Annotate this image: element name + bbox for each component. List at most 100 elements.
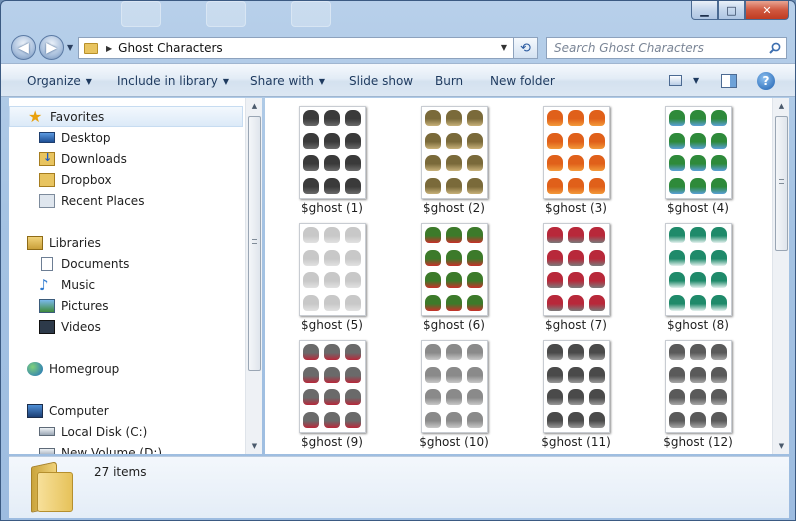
- scroll-down-button[interactable]: ▼: [773, 438, 790, 454]
- sidebar-item-libraries[interactable]: Libraries: [9, 232, 243, 253]
- address-bar[interactable]: ▶ Ghost Characters ▼: [78, 37, 514, 59]
- ghost-sprite-icon: [345, 227, 361, 243]
- ghost-sprite-icon: [467, 177, 483, 194]
- ghost-sprite-icon: [324, 389, 340, 405]
- sidebar-item-label: Desktop: [61, 130, 111, 145]
- sidebar-item-new-volume-d[interactable]: New Volume (D:): [9, 442, 243, 454]
- search-icon[interactable]: [769, 42, 781, 54]
- address-dropdown-icon[interactable]: ▼: [501, 43, 507, 52]
- file-item[interactable]: $ghost (6): [399, 215, 509, 332]
- file-item[interactable]: $ghost (4): [643, 98, 753, 215]
- sidebar-item-label: Videos: [61, 319, 101, 334]
- ghost-sprite-icon: [568, 110, 584, 126]
- breadcrumb-separator-icon[interactable]: ▶: [106, 44, 112, 53]
- new-folder-button[interactable]: New folder: [490, 74, 555, 88]
- scrollbar-thumb[interactable]: [248, 116, 261, 371]
- ghost-sprite-icon: [303, 294, 319, 311]
- organize-button[interactable]: Organize ▼: [27, 74, 92, 88]
- maximize-button[interactable]: □: [718, 1, 745, 20]
- scrollbar-grip: [779, 179, 784, 184]
- ghost-sprite-icon: [345, 366, 361, 383]
- sidebar-item-computer[interactable]: Computer: [9, 400, 243, 421]
- ghost-sprite-icon: [425, 155, 441, 171]
- minimize-button[interactable]: ▁: [691, 1, 718, 20]
- file-item[interactable]: $ghost (2): [399, 98, 509, 215]
- view-options-dropdown-icon[interactable]: ▼: [693, 76, 699, 85]
- ghost-sprite-icon: [690, 132, 706, 149]
- sidebar-item-favorites[interactable]: ★ Favorites: [9, 106, 243, 127]
- sidebar-item-dropbox[interactable]: Dropbox: [9, 169, 243, 190]
- ghost-sprite-icon: [345, 249, 361, 266]
- ghost-sprite-icon: [711, 155, 727, 171]
- scroll-up-button[interactable]: ▲: [246, 98, 263, 114]
- file-item[interactable]: $ghost (8): [643, 215, 753, 332]
- sprite-sheet-thumbnail: [665, 223, 732, 316]
- ghost-sprite-icon: [568, 366, 584, 383]
- documents-icon: [41, 256, 53, 271]
- ghost-sprite-icon: [446, 389, 462, 405]
- change-view-icon[interactable]: [669, 75, 682, 86]
- sidebar-item-music[interactable]: ♪ Music: [9, 274, 243, 295]
- sidebar-item-label: Computer: [49, 403, 109, 418]
- file-item[interactable]: $ghost (9): [277, 332, 387, 449]
- title-bar[interactable]: ▁ □ ✕: [1, 1, 795, 31]
- scrollbar-thumb[interactable]: [775, 116, 788, 251]
- ghost-sprite-icon: [345, 132, 361, 149]
- scroll-down-button[interactable]: ▼: [246, 438, 263, 454]
- ghost-sprite-icon: [589, 177, 605, 194]
- sidebar-item-local-disk-c[interactable]: Local Disk (C:): [9, 421, 243, 442]
- help-icon[interactable]: ?: [757, 72, 775, 90]
- file-item[interactable]: $ghost (1): [277, 98, 387, 215]
- ghost-sprite-icon: [345, 294, 361, 311]
- ghost-sprite-icon: [303, 132, 319, 149]
- file-item[interactable]: $ghost (11): [521, 332, 631, 449]
- recent-pages-dropdown[interactable]: ▼: [67, 43, 73, 52]
- preview-pane-icon[interactable]: [721, 74, 737, 88]
- include-in-library-label: Include in library: [117, 74, 218, 88]
- ghost-sprite-icon: [589, 227, 605, 243]
- sidebar-item-documents[interactable]: Documents: [9, 253, 243, 274]
- chevron-down-icon: ▼: [85, 77, 92, 86]
- pictures-icon: [39, 298, 55, 313]
- sidebar-item-desktop[interactable]: Desktop: [9, 127, 243, 148]
- back-button[interactable]: ◀: [11, 35, 36, 60]
- ghost-sprite-icon: [425, 366, 441, 383]
- ghost-sprite-icon: [669, 366, 685, 383]
- ghost-sprite-icon: [669, 249, 685, 266]
- sprite-sheet-thumbnail: [299, 106, 366, 199]
- sidebar-item-downloads[interactable]: Downloads: [9, 148, 243, 169]
- forward-button[interactable]: ▶: [39, 35, 64, 60]
- content-scrollbar[interactable]: ▲ ▼: [772, 98, 789, 454]
- ghost-sprite-icon: [345, 110, 361, 126]
- file-item[interactable]: $ghost (10): [399, 332, 509, 449]
- sidebar-item-homegroup[interactable]: Homegroup: [9, 358, 243, 379]
- navigation-scrollbar[interactable]: ▲ ▼: [245, 98, 262, 454]
- ghost-sprite-icon: [589, 389, 605, 405]
- ghost-sprite-icon: [324, 344, 340, 360]
- slide-show-button[interactable]: Slide show: [349, 74, 413, 88]
- file-item[interactable]: $ghost (12): [643, 332, 753, 449]
- search-input[interactable]: Search Ghost Characters: [546, 37, 787, 59]
- burn-button[interactable]: Burn: [435, 74, 463, 88]
- ghost-sprite-icon: [568, 294, 584, 311]
- sidebar-item-videos[interactable]: Videos: [9, 316, 243, 337]
- explorer-window: ▁ □ ✕ ◀ ▶ ▼ ▶ Ghost Characters ▼ ⟲ Searc…: [0, 0, 796, 521]
- ghost-sprite-icon: [711, 294, 727, 311]
- ghost-sprite-icon: [669, 155, 685, 171]
- sidebar-item-recent-places[interactable]: Recent Places: [9, 190, 243, 211]
- file-item[interactable]: $ghost (7): [521, 215, 631, 332]
- ghost-sprite-icon: [425, 294, 441, 311]
- file-item[interactable]: $ghost (3): [521, 98, 631, 215]
- ghost-sprite-icon: [711, 249, 727, 266]
- ghost-sprite-icon: [669, 272, 685, 288]
- file-item[interactable]: $ghost (5): [277, 215, 387, 332]
- ghost-sprite-icon: [303, 366, 319, 383]
- sidebar-item-pictures[interactable]: Pictures: [9, 295, 243, 316]
- share-with-button[interactable]: Share with ▼: [250, 74, 325, 88]
- include-in-library-button[interactable]: Include in library ▼: [117, 74, 229, 88]
- refresh-button[interactable]: ⟲: [514, 37, 538, 59]
- breadcrumb-ghost-characters[interactable]: Ghost Characters: [118, 41, 223, 55]
- scroll-up-button[interactable]: ▲: [773, 98, 790, 114]
- close-button[interactable]: ✕: [745, 1, 789, 20]
- ghost-sprite-icon: [547, 177, 563, 194]
